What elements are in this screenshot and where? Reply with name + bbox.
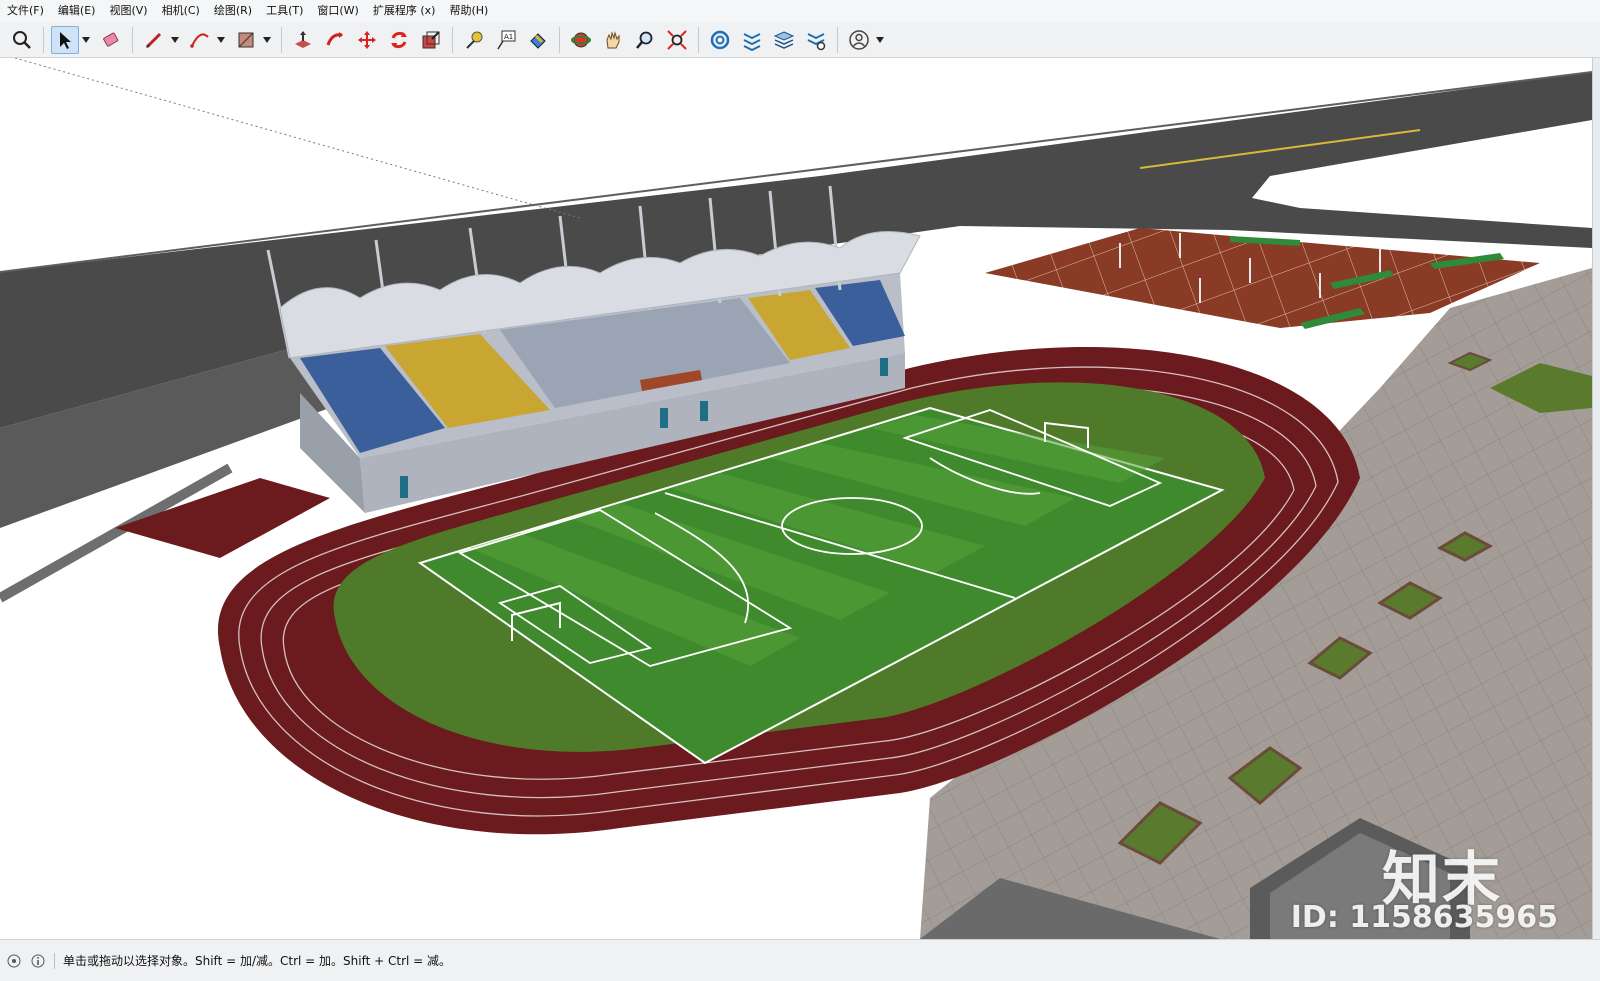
zoom-window-icon[interactable]	[8, 26, 36, 54]
toolbar-separator	[43, 26, 44, 53]
pan-icon[interactable]	[599, 26, 627, 54]
watermark-id: ID: 1158635965	[1290, 900, 1558, 935]
toolbar-separator	[559, 26, 560, 53]
menu-window[interactable]: 窗口(W)	[310, 0, 365, 22]
status-message: 单击或拖动以选择对象。Shift = 加/减。Ctrl = 加。Shift + …	[63, 954, 452, 968]
main-toolbar: A1	[0, 22, 1600, 58]
orbit-icon[interactable]	[567, 26, 595, 54]
eraser-icon[interactable]	[97, 26, 125, 54]
extension-warehouse-icon[interactable]	[738, 26, 766, 54]
pencil-line-icon[interactable]	[140, 26, 168, 54]
menu-camera[interactable]: 相机(C)	[155, 0, 207, 22]
credits-icon[interactable]	[30, 953, 46, 969]
select-icon[interactable]	[51, 25, 79, 54]
move-icon[interactable]	[353, 26, 381, 54]
menu-file[interactable]: 文件(F)	[0, 0, 51, 22]
text-icon[interactable]: A1	[492, 26, 520, 54]
menu-extensions[interactable]: 扩展程序 (x)	[366, 0, 443, 22]
zoom-icon[interactable]	[631, 26, 659, 54]
arc-icon[interactable]	[186, 26, 214, 54]
select-dropdown-icon[interactable]	[81, 26, 91, 54]
scale-icon[interactable]	[417, 26, 445, 54]
menu-edit[interactable]: 编辑(E)	[51, 0, 103, 22]
right-panel-edge	[1592, 58, 1600, 939]
follow-me-icon[interactable]	[321, 26, 349, 54]
stadium-scene	[0, 58, 1593, 939]
zoom-extents-icon[interactable]	[663, 26, 691, 54]
warehouse-icon[interactable]	[706, 26, 734, 54]
shape-dropdown-icon[interactable]	[262, 26, 272, 54]
toolbar-separator	[452, 26, 453, 53]
rectangle-icon[interactable]	[232, 26, 260, 54]
menu-tools[interactable]: 工具(T)	[259, 0, 310, 22]
menu-draw[interactable]: 绘图(R)	[207, 0, 259, 22]
model-viewport[interactable]	[0, 58, 1600, 939]
layers-icon[interactable]	[770, 26, 798, 54]
status-bar: 单击或拖动以选择对象。Shift = 加/减。Ctrl = 加。Shift + …	[0, 939, 1600, 981]
rotate-icon[interactable]	[385, 26, 413, 54]
toolbar-separator	[698, 26, 699, 53]
toolbar-separator	[281, 26, 282, 53]
push-pull-icon[interactable]	[289, 26, 317, 54]
extension-manager-icon[interactable]	[802, 26, 830, 54]
paint-bucket-icon[interactable]	[524, 26, 552, 54]
toolbar-separator	[837, 26, 838, 53]
line-dropdown-icon[interactable]	[170, 26, 180, 54]
guide-line	[14, 58, 581, 219]
toolbar-separator	[132, 26, 133, 53]
tape-measure-icon[interactable]	[460, 26, 488, 54]
menu-bar: 文件(F) 编辑(E) 视图(V) 相机(C) 绘图(R) 工具(T) 窗口(W…	[0, 0, 1600, 23]
account-dropdown-icon[interactable]	[875, 26, 885, 54]
geo-location-icon[interactable]	[6, 953, 22, 969]
arc-dropdown-icon[interactable]	[216, 26, 226, 54]
status-divider	[54, 952, 55, 969]
account-icon[interactable]	[845, 26, 873, 54]
svg-text:A1: A1	[504, 33, 513, 41]
menu-help[interactable]: 帮助(H)	[442, 0, 495, 22]
menu-view[interactable]: 视图(V)	[102, 0, 154, 22]
